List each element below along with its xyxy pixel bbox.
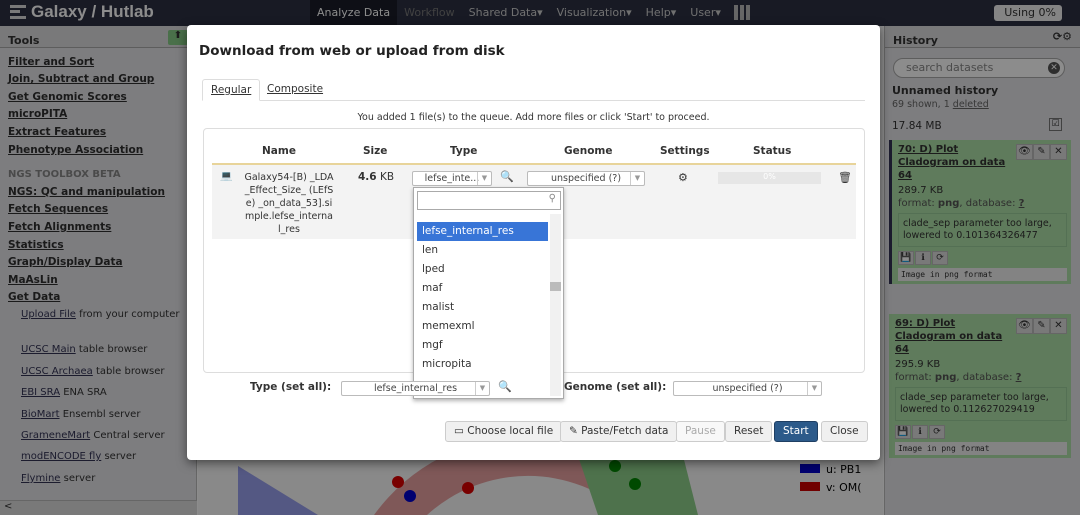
type-all-value: lefse_internal_res [373,383,458,394]
genome-all-label: Genome (set all): [564,381,667,393]
btn-label: Choose local file [467,425,554,437]
search-icon: ⚲ [548,193,556,204]
col-genome: Genome [564,145,613,157]
close-button[interactable]: Close [821,421,868,442]
size-number: 4.6 [358,171,377,183]
genome-select[interactable]: unspecified (?) ▼ [527,171,645,186]
search-icon[interactable]: 🔍 [498,380,512,393]
type-option[interactable]: memexml [417,317,548,336]
modal-title: Download from web or upload from disk [199,43,505,59]
col-name: Name [262,145,296,157]
status-text: 0% [763,172,776,181]
reset-button[interactable]: Reset [725,421,773,442]
type-dropdown: ⚲ lefse_internal_res len lped maf malist… [413,187,564,399]
col-status: Status [753,145,792,157]
settings-gear-icon[interactable]: ⚙ [678,171,688,184]
start-button[interactable]: Start [774,421,818,442]
genome-value: unspecified (?) [550,173,622,184]
size-unit: KB [376,171,395,183]
choose-local-file-button[interactable]: ▭ Choose local file [445,421,563,442]
chevron-down-icon: ▼ [475,382,489,395]
laptop-icon: 💻 [220,171,233,182]
search-icon[interactable]: 🔍 [500,170,514,183]
tab-regular[interactable]: Regular [202,79,261,101]
tab-composite[interactable]: Composite [259,79,331,101]
paste-fetch-button[interactable]: ✎ Paste/Fetch data [560,421,678,442]
file-name: Galaxy54-[B) _LDA_Effect_Size_ (LEfSe) _… [244,172,334,235]
type-option[interactable]: len [417,241,548,260]
col-type: Type [450,145,478,157]
genome-all-value: unspecified (?) [712,383,783,394]
type-option[interactable]: malist [417,298,548,317]
type-all-label: Type (set all): [250,381,332,393]
type-option[interactable]: maf [417,279,548,298]
type-search-input[interactable]: ⚲ [417,191,561,210]
genome-all-select[interactable]: unspecified (?) ▼ [673,381,822,396]
col-size: Size [363,145,388,157]
type-select[interactable]: lefse_inte... ▼ [412,171,492,186]
chevron-down-icon: ▼ [630,172,644,185]
col-settings: Settings [660,145,710,157]
edit-icon: ✎ [569,425,582,437]
queue-message: You added 1 file(s) to the queue. Add mo… [357,112,710,123]
scroll-thumb[interactable] [550,282,561,291]
upload-modal: Download from web or upload from disk Re… [187,25,880,460]
type-value: lefse_inte... [424,173,480,184]
trash-icon[interactable]: 🗑 [838,171,852,184]
type-option[interactable]: lped [417,260,548,279]
pause-button[interactable]: Pause [676,421,725,442]
btn-label: Paste/Fetch data [581,425,669,437]
status-progress: 0% [718,172,821,184]
type-option[interactable]: mgf [417,336,548,355]
laptop-icon: ▭ [454,425,468,437]
dropdown-scrollbar[interactable] [550,214,561,396]
type-option[interactable]: lefse_internal_res [417,222,548,241]
file-size: 4.6 KB [358,171,394,183]
type-all-select[interactable]: lefse_internal_res ▼ [341,381,490,396]
chevron-down-icon: ▼ [807,382,821,395]
chevron-down-icon: ▼ [477,172,491,185]
type-option[interactable]: micropita [417,355,548,374]
